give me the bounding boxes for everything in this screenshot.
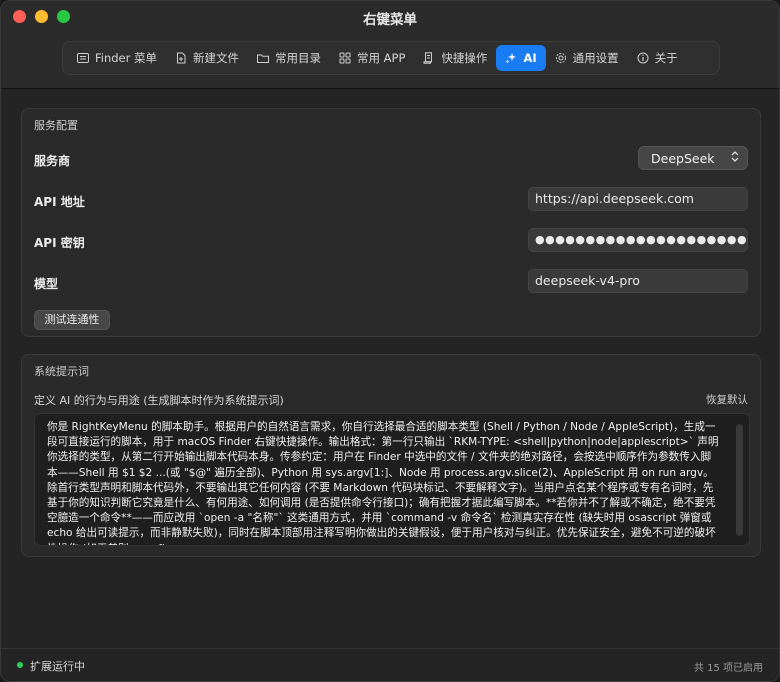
info-icon [637, 52, 649, 64]
prompt-scrollbar[interactable] [736, 424, 743, 536]
grid-icon [339, 52, 351, 64]
tab-label: Finder 菜单 [95, 51, 158, 65]
tab-general-settings[interactable]: 通用设置 [546, 45, 628, 71]
tab-common-apps[interactable]: 常用 APP [330, 45, 414, 71]
content-area: 服务配置 服务商 DeepSeek API 地址 https://api.dee… [1, 90, 779, 650]
provider-value: DeepSeek [651, 150, 715, 166]
tab-label: 新建文件 [193, 51, 240, 65]
api-key-label: API 密钥 [34, 236, 85, 250]
sparkle-icon [505, 52, 517, 64]
gear-icon [555, 52, 567, 64]
system-prompt-text: 你是 RightKeyMenu 的脚本助手。根据用户的自然语言需求，你自行选择最… [47, 421, 719, 545]
system-prompt-textarea[interactable]: 你是 RightKeyMenu 的脚本助手。根据用户的自然语言需求，你自行选择最… [34, 413, 750, 546]
tab-ai[interactable]: AI [496, 45, 546, 71]
finder-list-icon [77, 52, 89, 64]
system-prompt-panel: 系统提示词 定义 AI 的行为与用途 (生成脚本时作为系统提示词) 恢复默认 你… [21, 354, 761, 557]
new-file-icon [175, 52, 187, 64]
script-icon [423, 52, 435, 64]
tab-new-file[interactable]: 新建文件 [166, 45, 248, 71]
settings-tab-bar: Finder 菜单 新建文件 常用目录 常用 APP 快捷操作 AI 通用设置 … [62, 41, 720, 75]
status-running-text: 扩展运行中 [30, 660, 85, 673]
window-title: 右键菜单 [363, 12, 417, 28]
status-bar: 扩展运行中 共 15 项已启用 [1, 648, 779, 681]
model-field[interactable]: deepseek-v4-pro [528, 269, 748, 293]
test-connectivity-button[interactable]: 测试连通性 [34, 310, 110, 330]
tab-label: AI [523, 51, 537, 65]
model-label: 模型 [34, 277, 59, 291]
folder-icon [257, 52, 270, 64]
tab-about[interactable]: 关于 [628, 45, 687, 71]
api-url-label: API 地址 [34, 195, 85, 209]
status-running-dot [17, 662, 23, 668]
app-window: 右键菜单 Finder 菜单 新建文件 常用目录 常用 APP 快捷操作 AI … [0, 0, 780, 682]
api-key-field[interactable]: ●●●●●●●●●●●●●●●●●●●●●●●●●●●●●●●●●●● [528, 228, 748, 252]
tab-quick-actions[interactable]: 快捷操作 [414, 45, 496, 71]
section-title: 系统提示词 [34, 365, 89, 378]
tab-label: 关于 [654, 51, 678, 65]
titlebar: 右键菜单 Finder 菜单 新建文件 常用目录 常用 APP 快捷操作 AI … [1, 1, 779, 89]
tab-label: 常用目录 [275, 51, 322, 65]
tab-label: 通用设置 [572, 51, 619, 65]
provider-label: 服务商 [34, 154, 71, 168]
tab-label: 常用 APP [357, 51, 406, 65]
api-url-field[interactable]: https://api.deepseek.com [528, 187, 748, 211]
tab-label: 快捷操作 [441, 51, 488, 65]
enabled-count: 共 15 项已启用 [693, 663, 763, 674]
provider-select[interactable]: DeepSeek [638, 146, 748, 170]
reset-default-button[interactable]: 恢复默认 [706, 392, 748, 407]
tab-common-folders[interactable]: 常用目录 [248, 45, 330, 71]
section-title: 服务配置 [34, 119, 78, 132]
chevron-updown-icon [731, 151, 739, 165]
prompt-description: 定义 AI 的行为与用途 (生成脚本时作为系统提示词) [34, 394, 284, 407]
tab-finder-menu[interactable]: Finder 菜单 [68, 45, 166, 71]
service-config-panel: 服务配置 服务商 DeepSeek API 地址 https://api.dee… [21, 108, 761, 337]
